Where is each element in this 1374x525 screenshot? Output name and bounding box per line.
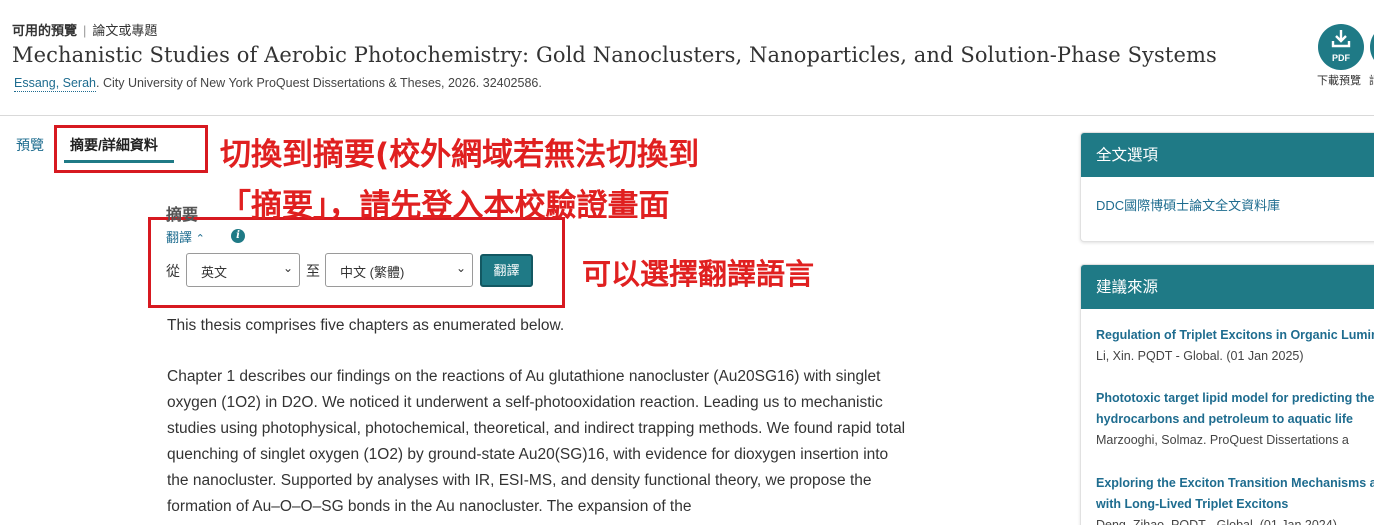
suggested-item-meta: Deng, Zihao. PQDT - Global. (01 Jan 2024… xyxy=(1096,518,1337,525)
citation-line: Essang, Serah. City University of New Yo… xyxy=(14,76,542,92)
suggested-item-title-cont[interactable]: with Long-Lived Triplet Excitons xyxy=(1096,494,1374,515)
chevron-up-icon: ⌃ xyxy=(195,233,205,245)
suggested-item: Exploring the Exciton Transition Mechani… xyxy=(1096,473,1374,525)
abstract-paragraph-2: Chapter 1 describes our findings on the … xyxy=(167,368,906,515)
to-label: 至 xyxy=(306,263,320,279)
suggested-item: Regulation of Triplet Excitons in Organi… xyxy=(1096,325,1374,367)
annotation-text-line1: 切換到摘要(校外網域若無法切換到 xyxy=(220,137,700,173)
doc-meta-line: 可用的預覽 | 論文或專題 xyxy=(12,20,157,39)
chevron-down-icon: ⌄ xyxy=(282,261,293,275)
abstract-heading: 摘要 xyxy=(166,207,199,224)
meta-separator: | xyxy=(83,23,87,38)
document-title: Mechanistic Studies of Aerobic Photochem… xyxy=(12,43,1217,67)
suggested-sources-title: 建議來源 xyxy=(1081,265,1374,309)
abstract-paragraph-1: This thesis comprises five chapters as e… xyxy=(167,317,565,334)
suggested-item-title[interactable]: Phototoxic target lipid model for predic… xyxy=(1096,388,1374,409)
cite-button-label: 請 xyxy=(1369,72,1374,88)
tab-preview[interactable]: 預覽 xyxy=(16,135,44,155)
chevron-down-icon: ⌄ xyxy=(455,261,466,275)
suggested-item-title[interactable]: Regulation of Triplet Excitons in Organi… xyxy=(1096,325,1374,346)
author-link[interactable]: Essang, Serah xyxy=(14,76,96,92)
translate-toggle-label: 翻譯 xyxy=(166,230,193,245)
annotation-text-line3: 可以選擇翻譯語言 xyxy=(582,257,815,291)
download-icon xyxy=(1318,29,1364,53)
suggested-item-meta: Marzooghi, Solmaz. ProQuest Dissertation… xyxy=(1096,433,1349,447)
info-icon[interactable]: i xyxy=(231,229,245,243)
document-header: 可用的預覽 | 論文或專題 Mechanistic Studies of Aerob… xyxy=(0,0,1374,116)
fulltext-options-title: 全文選項 xyxy=(1081,133,1374,177)
pdf-icon-text: PDF xyxy=(1332,53,1350,63)
annotation-box-tab xyxy=(54,125,208,173)
suggested-item-title[interactable]: Exploring the Exciton Transition Mechani… xyxy=(1096,473,1374,494)
suggested-item-title-cont[interactable]: hydrocarbons and petroleum to aquatic li… xyxy=(1096,409,1374,430)
target-language-value: 中文 (繁體) xyxy=(340,265,405,280)
suggested-item: Phototoxic target lipid model for predic… xyxy=(1096,388,1374,451)
annotation-text-line2: 「摘要」，請先登入本校驗證畫面 xyxy=(220,188,670,224)
fulltext-link[interactable]: DDC國際博碩士論文全文資料庫 xyxy=(1096,195,1280,214)
translate-toggle[interactable]: 翻譯 ⌃ xyxy=(166,227,205,246)
availability-label: 可用的預覽 xyxy=(12,23,78,38)
from-label: 從 xyxy=(166,263,180,279)
fulltext-options-panel: 全文選項 DDC國際博碩士論文全文資料庫 xyxy=(1080,132,1374,242)
target-language-select[interactable]: 中文 (繁體) ⌄ xyxy=(325,253,473,287)
cite-button[interactable] xyxy=(1370,24,1374,70)
suggested-sources-panel: 建議來源 Regulation of Triplet Excitons in O… xyxy=(1080,264,1374,525)
source-language-value: 英文 xyxy=(201,265,228,280)
source-language-select[interactable]: 英文 ⌄ xyxy=(186,253,300,287)
doc-type-label: 論文或專題 xyxy=(92,23,158,38)
download-pdf-button[interactable]: PDF xyxy=(1318,24,1364,70)
translate-button[interactable]: 翻譯 xyxy=(480,254,533,287)
download-preview-label: 下載預覽 xyxy=(1317,75,1361,87)
citation-details: . City University of New York ProQuest D… xyxy=(96,76,542,90)
suggested-item-meta: Li, Xin. PQDT - Global. (01 Jan 2025) xyxy=(1096,349,1304,363)
